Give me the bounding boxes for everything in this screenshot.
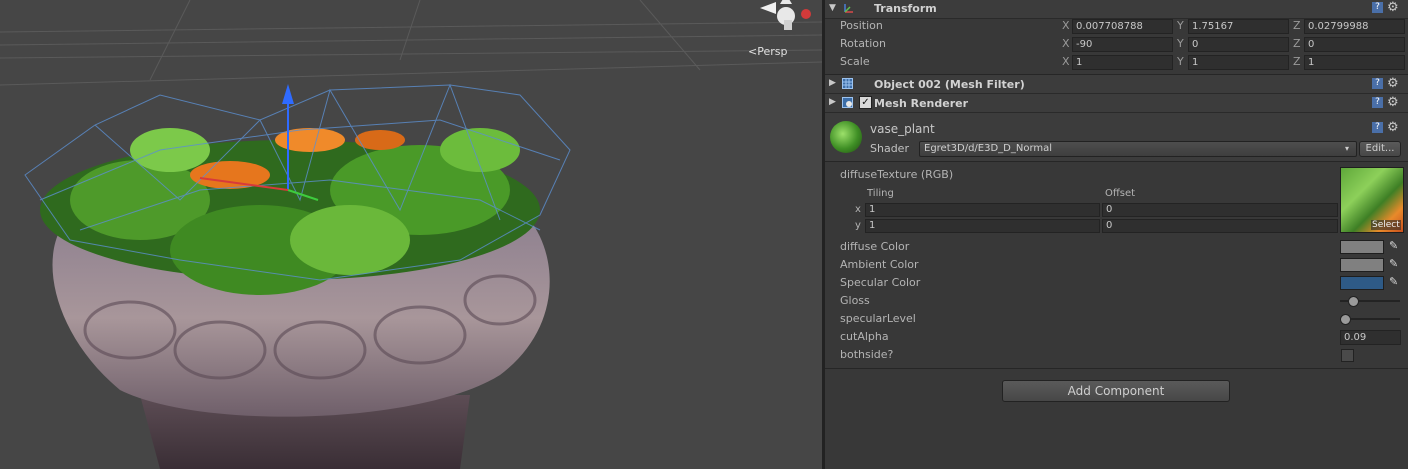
- scale-label: Scale: [840, 55, 870, 68]
- orientation-gizmo[interactable]: [760, 0, 811, 30]
- position-z-axis-label: Z: [1293, 19, 1301, 32]
- help-icon[interactable]: ?: [1372, 2, 1383, 13]
- transform-axes-icon: [844, 4, 853, 13]
- gear-icon[interactable]: ⚙: [1387, 120, 1399, 135]
- scale-x-field[interactable]: 1: [1072, 55, 1173, 70]
- scale-z-field[interactable]: 1: [1304, 55, 1405, 70]
- rotation-y-field[interactable]: 0: [1188, 37, 1289, 52]
- scene-view[interactable]: <Persp: [0, 0, 822, 469]
- eyedropper-icon[interactable]: ✎: [1389, 239, 1398, 252]
- cut-alpha-label: cutAlpha: [840, 330, 889, 343]
- gloss-slider[interactable]: [1340, 296, 1400, 307]
- scene-view-persp-label[interactable]: <Persp: [748, 45, 787, 58]
- foldout-arrow-down-icon[interactable]: ▼: [829, 3, 836, 13]
- mesh-renderer-icon: [842, 97, 853, 108]
- specular-level-slider-thumb[interactable]: [1340, 314, 1351, 325]
- transform-header[interactable]: ▼ Transform ? ⚙: [825, 0, 1408, 19]
- eyedropper-icon[interactable]: ✎: [1389, 257, 1398, 270]
- ambient-color-label: Ambient Color: [840, 258, 919, 271]
- texture-select-label[interactable]: Select: [1371, 220, 1401, 230]
- mesh-filter-title: Object 002 (Mesh Filter): [874, 78, 1025, 91]
- tiling-x-field[interactable]: 1: [865, 203, 1100, 217]
- tiling-row-y-label: y: [855, 220, 861, 231]
- tiling-label: Tiling: [867, 188, 894, 199]
- position-x-axis-label: X: [1062, 19, 1070, 32]
- diffuse-color-label: diffuse Color: [840, 240, 910, 253]
- specular-color-label: Specular Color: [840, 276, 921, 289]
- gear-icon[interactable]: ⚙: [1387, 0, 1399, 15]
- specular-level-label: specularLevel: [840, 312, 916, 325]
- material-preview-thumbnail[interactable]: [830, 121, 862, 153]
- scale-y-field[interactable]: 1: [1188, 55, 1289, 70]
- inspector-panel: ▼ Transform ? ⚙ Position X 0.007708788 Y…: [825, 0, 1408, 469]
- gloss-label: Gloss: [840, 294, 870, 307]
- transform-title: Transform: [874, 2, 937, 15]
- tiling-y-field[interactable]: 1: [865, 219, 1100, 233]
- bothside-checkbox[interactable]: [1341, 349, 1354, 362]
- position-z-field[interactable]: 0.02799988: [1304, 19, 1405, 34]
- foldout-arrow-right-icon[interactable]: ▶: [829, 78, 836, 88]
- shader-edit-button[interactable]: Edit...: [1359, 141, 1401, 157]
- help-icon[interactable]: ?: [1372, 97, 1383, 108]
- gear-icon[interactable]: ⚙: [1387, 95, 1399, 110]
- shader-label: Shader: [870, 142, 909, 155]
- mesh-renderer-header[interactable]: ▶ ✓ Mesh Renderer ? ⚙: [825, 94, 1408, 113]
- eyedropper-icon[interactable]: ✎: [1389, 275, 1398, 288]
- dropdown-arrow-icon: ▾: [1345, 144, 1350, 153]
- position-y-axis-label: Y: [1177, 19, 1184, 32]
- divider: [825, 368, 1408, 369]
- scale-y-axis-label: Y: [1177, 55, 1184, 68]
- scene-viewport[interactable]: [0, 0, 822, 469]
- material-header[interactable]: vase_plant Shader Egret3D/d/E3D_D_Normal…: [825, 113, 1408, 162]
- position-label: Position: [840, 19, 883, 32]
- cut-alpha-field[interactable]: 0.09: [1340, 330, 1401, 345]
- scale-x-axis-label: X: [1062, 55, 1070, 68]
- rotation-x-axis-label: X: [1062, 37, 1070, 50]
- offset-label: Offset: [1105, 188, 1136, 199]
- specular-color-swatch[interactable]: [1340, 276, 1384, 290]
- mesh-renderer-enabled-checkbox[interactable]: ✓: [859, 96, 872, 109]
- position-y-field[interactable]: 1.75167: [1188, 19, 1289, 34]
- gloss-slider-thumb[interactable]: [1347, 296, 1359, 307]
- gear-icon[interactable]: ⚙: [1387, 76, 1399, 91]
- mesh-filter-icon: [842, 78, 853, 89]
- tiling-row-x-label: x: [855, 204, 861, 215]
- rotation-x-field[interactable]: -90: [1072, 37, 1173, 52]
- add-component-button[interactable]: Add Component: [1002, 380, 1230, 402]
- help-icon[interactable]: ?: [1372, 78, 1383, 89]
- specular-level-slider[interactable]: [1340, 314, 1400, 325]
- diffuse-texture-label: diffuseTexture (RGB): [840, 168, 954, 181]
- diffuse-texture-thumbnail[interactable]: Select: [1340, 167, 1404, 233]
- help-icon[interactable]: ?: [1372, 122, 1383, 133]
- scene-grid: [0, 0, 822, 86]
- bothside-label: bothside?: [840, 348, 894, 361]
- scale-z-axis-label: Z: [1293, 55, 1301, 68]
- foldout-arrow-right-icon[interactable]: ▶: [829, 97, 836, 107]
- offset-y-field[interactable]: 0: [1102, 219, 1338, 233]
- rotation-label: Rotation: [840, 37, 887, 50]
- diffuse-color-swatch[interactable]: [1340, 240, 1384, 254]
- rotation-z-axis-label: Z: [1293, 37, 1301, 50]
- rotation-y-axis-label: Y: [1177, 37, 1184, 50]
- shader-dropdown[interactable]: Egret3D/d/E3D_D_Normal ▾: [919, 141, 1357, 157]
- offset-x-field[interactable]: 0: [1102, 203, 1338, 217]
- shader-value: Egret3D/d/E3D_D_Normal: [924, 143, 1053, 154]
- mesh-renderer-title: Mesh Renderer: [874, 97, 969, 110]
- mesh-filter-header[interactable]: ▶ Object 002 (Mesh Filter) ? ⚙: [825, 75, 1408, 94]
- ambient-color-swatch[interactable]: [1340, 258, 1384, 272]
- rotation-z-field[interactable]: 0: [1304, 37, 1405, 52]
- position-x-field[interactable]: 0.007708788: [1072, 19, 1173, 34]
- material-name: vase_plant: [870, 122, 935, 136]
